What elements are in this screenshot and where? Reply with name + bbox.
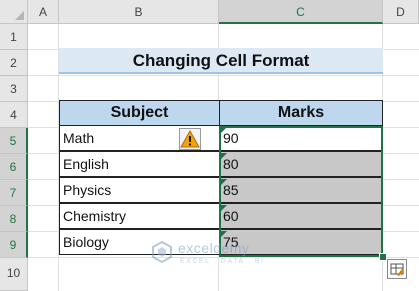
quick-analysis-icon: [390, 263, 404, 276]
title-banner[interactable]: Changing Cell Format: [59, 48, 383, 74]
column-header-b[interactable]: B: [59, 0, 219, 24]
spreadsheet: A B C D 1 2 3 4 5 6 7 8 9 10 Changing Ce…: [0, 0, 419, 291]
watermark-sub: EXCEL · DATA · BI: [180, 258, 265, 265]
row-header-1[interactable]: 1: [0, 24, 28, 50]
row-header-5[interactable]: 5: [0, 128, 28, 154]
warning-icon: [180, 129, 200, 148]
error-indicator-icon: [221, 231, 227, 237]
row-header-10[interactable]: 10: [0, 258, 28, 291]
quick-analysis-button[interactable]: [387, 259, 407, 279]
row-header-7[interactable]: 7: [0, 180, 28, 206]
watermark: exceldemy EXCEL · DATA · BI: [150, 238, 270, 274]
row-header-2[interactable]: 2: [0, 50, 28, 76]
row-header-4[interactable]: 4: [0, 102, 28, 128]
select-all-corner[interactable]: [0, 0, 28, 24]
cell-subject[interactable]: Chemistry: [59, 203, 220, 229]
row-header-3[interactable]: 3: [0, 76, 28, 102]
column-header-a[interactable]: A: [28, 0, 59, 24]
row-header-8[interactable]: 8: [0, 206, 28, 232]
cell-marks[interactable]: 60: [219, 203, 383, 229]
header-marks[interactable]: Marks: [219, 100, 383, 126]
cell-marks[interactable]: 85: [219, 177, 383, 203]
column-header-c[interactable]: C: [219, 0, 383, 24]
cell-marks[interactable]: 80: [219, 151, 383, 177]
cell-marks[interactable]: 90: [219, 125, 383, 151]
row-header-6[interactable]: 6: [0, 154, 28, 180]
row-header-9[interactable]: 9: [0, 232, 28, 258]
fill-handle[interactable]: [379, 253, 387, 261]
error-indicator-icon: [221, 179, 227, 185]
watermark-logo-icon: [152, 240, 172, 264]
watermark-name: exceldemy: [178, 240, 250, 256]
error-indicator-icon: [221, 205, 227, 211]
error-smart-tag-button[interactable]: [179, 128, 201, 150]
column-header-d[interactable]: D: [383, 0, 419, 24]
cell-subject[interactable]: English: [59, 151, 220, 177]
error-indicator-icon: [221, 153, 227, 159]
header-subject[interactable]: Subject: [59, 100, 220, 126]
cell-subject[interactable]: Physics: [59, 177, 220, 203]
error-indicator-icon: [221, 127, 227, 133]
